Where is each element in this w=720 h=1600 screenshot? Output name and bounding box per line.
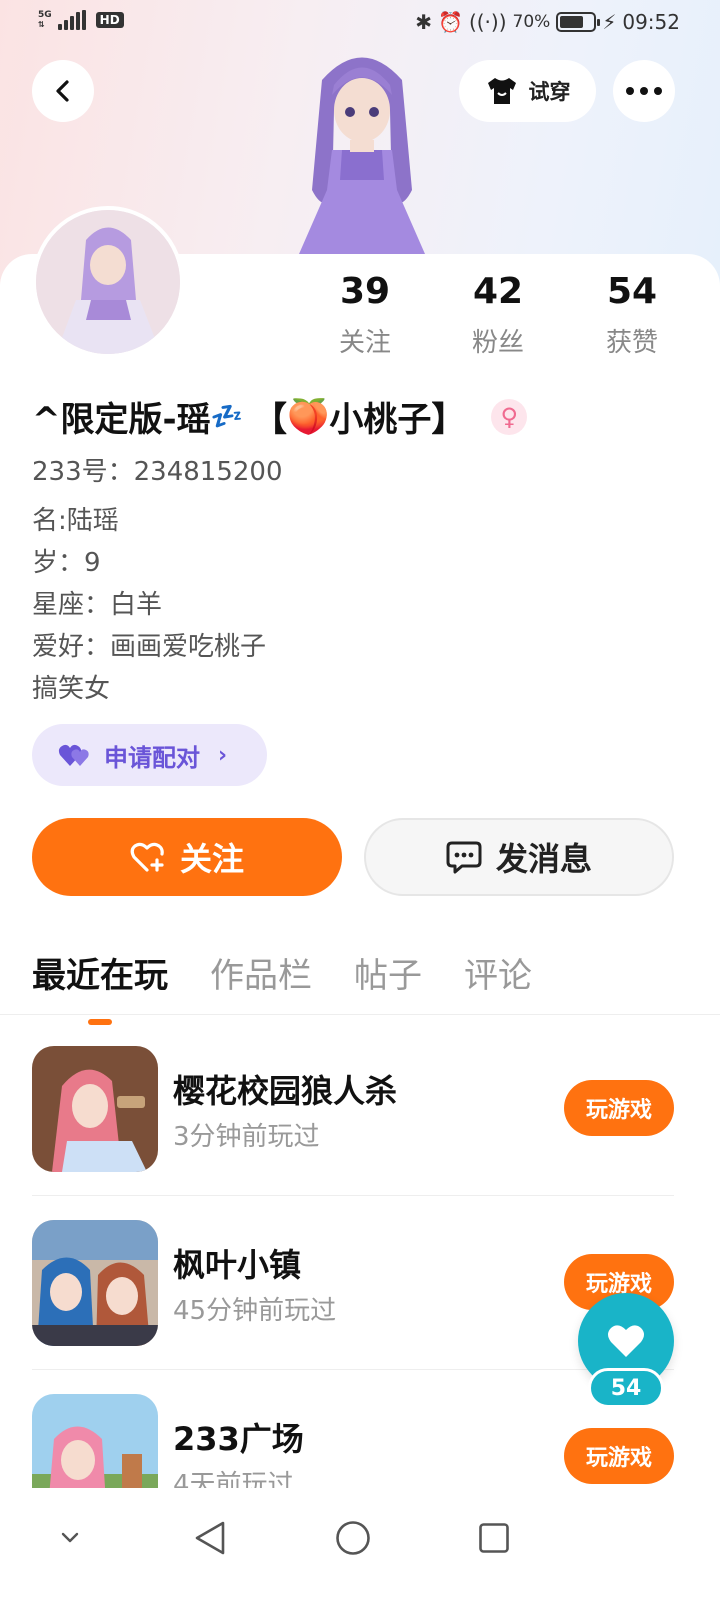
gender-symbol: ♀ <box>500 402 519 431</box>
peach-emoji-icon: 🍑 <box>286 396 330 437</box>
back-button[interactable] <box>32 60 94 122</box>
stat-value: 39 <box>339 271 391 312</box>
user-id: 233号：234815200 <box>32 457 283 487</box>
hide-keyboard-button[interactable] <box>40 1508 100 1568</box>
request-pair-label: 申请配对 <box>104 743 200 772</box>
list-item[interactable]: 枫叶小镇 45分钟前玩过 玩游戏 <box>32 1220 674 1348</box>
game-title: 233广场 <box>173 1420 304 1458</box>
list-item[interactable]: 樱花校园狼人杀 3分钟前玩过 玩游戏 <box>32 1046 674 1174</box>
chevron-left-icon <box>56 80 69 102</box>
triangle-back-icon <box>195 1521 225 1555</box>
try-on-button[interactable]: 试穿 <box>459 60 596 122</box>
stat-value: 54 <box>606 271 658 312</box>
stat-label: 粉丝 <box>471 328 524 358</box>
nav-home-button[interactable] <box>323 1508 383 1568</box>
game-icon <box>32 1046 158 1172</box>
more-options-button[interactable] <box>613 60 675 122</box>
square-recents-icon <box>479 1523 509 1553</box>
game-icon <box>32 1220 158 1346</box>
name-text: 【 <box>252 400 287 440</box>
battery-icon <box>556 12 601 32</box>
follow-button[interactable]: 关注 <box>32 818 342 896</box>
row-divider <box>32 1369 674 1370</box>
bio-line: 岁：9 <box>32 548 101 578</box>
game-thumbnail-image <box>32 1220 158 1346</box>
chevron-right-icon: › <box>218 742 228 768</box>
sleep-emoji-icon: 💤 <box>210 401 243 432</box>
stat-following[interactable]: 39 关注 <box>305 270 425 359</box>
signal-icon <box>57 10 86 30</box>
more-dots-icon <box>626 87 662 95</box>
chat-bubble-icon <box>446 841 482 874</box>
bio-line: 搞笑女 <box>32 674 111 704</box>
like-count-badge: 54 <box>588 1368 664 1408</box>
nav-recents-button[interactable] <box>464 1508 524 1568</box>
game-title: 枫叶小镇 <box>173 1246 302 1284</box>
charging-icon: ⚡ <box>602 10 617 34</box>
stat-likes[interactable]: 54 获赞 <box>572 270 692 359</box>
stat-label: 关注 <box>338 328 391 358</box>
female-gender-icon: ♀ <box>491 398 528 435</box>
play-game-button[interactable]: 玩游戏 <box>564 1428 674 1484</box>
battery-percent: 70% <box>512 12 551 32</box>
game-thumbnail-image <box>32 1046 158 1172</box>
game-last-played: 45分钟前玩过 <box>173 1296 337 1326</box>
try-on-label: 试穿 <box>528 80 571 104</box>
send-message-button[interactable]: 发消息 <box>364 818 674 896</box>
heart-plus-icon <box>130 842 164 872</box>
stat-value: 42 <box>472 271 524 312</box>
game-title: 樱花校园狼人杀 <box>173 1072 398 1110</box>
tabs-divider <box>0 1014 720 1015</box>
stat-label: 获赞 <box>605 328 658 358</box>
circle-home-icon <box>336 1521 370 1555</box>
avatar-image <box>36 210 180 354</box>
play-game-button[interactable]: 玩游戏 <box>564 1080 674 1136</box>
double-heart-icon <box>58 744 89 766</box>
character-model-image <box>292 57 432 270</box>
name-text: ^限定版-瑶 <box>32 400 211 440</box>
profile-name: ^限定版-瑶 💤 【 🍑 小桃子】 ♀ <box>32 392 528 441</box>
row-divider <box>32 1195 674 1196</box>
network-type: 5G <box>38 10 52 20</box>
hotspot-icon: ((·)) <box>468 10 507 34</box>
request-pair-button[interactable]: 申请配对 › <box>32 724 267 786</box>
game-last-played: 3分钟前玩过 <box>173 1122 320 1152</box>
chevron-down-icon <box>61 1532 79 1543</box>
status-bar: 5G ⇅ HD ✱ ⏰ ((·)) 70% ⚡ 09:52 <box>0 0 720 48</box>
hd-badge: HD <box>95 12 124 28</box>
avatar[interactable] <box>32 206 184 358</box>
stat-followers[interactable]: 42 粉丝 <box>438 270 558 359</box>
system-navigation-bar <box>0 1488 720 1600</box>
alarm-icon: ⏰ <box>438 10 463 34</box>
follow-label: 关注 <box>179 840 244 878</box>
network-indicator: 5G ⇅ <box>38 10 52 30</box>
bio-line: 名:陆瑶 <box>32 506 119 536</box>
send-message-label: 发消息 <box>495 840 592 878</box>
tshirt-icon <box>487 78 516 104</box>
bluetooth-icon: ✱ <box>415 10 433 34</box>
name-text: 小桃子】 <box>329 400 466 440</box>
bio-line: 爱好：画画爱吃桃子 <box>32 632 267 662</box>
nav-back-button[interactable] <box>180 1508 240 1568</box>
clock: 09:52 <box>622 10 680 34</box>
heart-icon <box>608 1325 644 1357</box>
bio-line: 星座：白羊 <box>32 590 163 620</box>
